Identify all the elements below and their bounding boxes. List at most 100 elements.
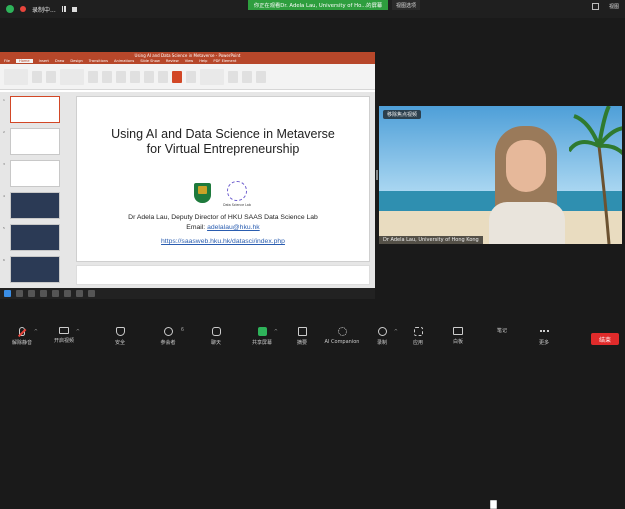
ppt-tab[interactable]: Draw [55,59,64,63]
ai-companion-button[interactable]: AI Companion [320,327,364,345]
record-button[interactable]: 录制 ^ [364,327,400,346]
record-label: 录制 [376,340,387,346]
speaker-video[interactable]: 移除焦点视频 Dr Adela Lau, University of Hong … [379,106,622,244]
caret-up-icon[interactable]: ^ [76,329,80,335]
ai-companion-label: AI Companion [324,339,360,345]
layout-icon[interactable] [88,70,98,83]
font-color-icon[interactable] [144,70,154,83]
speaker-face [506,140,546,192]
ppt-tab[interactable]: PDF Element [213,59,236,63]
ppt-tab[interactable]: Animations [114,59,134,63]
participant-count: 6 [180,327,184,333]
taskbar-app-icon[interactable] [76,290,83,297]
ai-companion-icon [337,327,347,336]
stop-recording-icon[interactable] [71,6,77,12]
find-icon[interactable] [228,70,238,83]
caret-up-icon[interactable]: ^ [394,329,398,335]
ppt-tab[interactable]: Insert [39,59,49,63]
remove-focus-video-button[interactable]: 移除焦点视频 [383,110,422,119]
recording-label: 录制中... [32,6,56,14]
taskbar-app-icon[interactable] [28,290,35,297]
slide-thumbnail[interactable] [10,160,60,187]
website-line: https://saasweb.hku.hk/datasci/index.php [77,238,369,245]
view-button[interactable]: 视图 [609,3,619,10]
security-shield-icon [115,327,125,336]
ppt-tab[interactable]: View [185,59,194,63]
ppt-tab[interactable]: Design [70,59,82,63]
ppt-tab[interactable]: Review [166,59,179,63]
windows-taskbar [0,288,375,299]
align-icon[interactable] [158,70,168,83]
data-science-lab-logo-text: Data Science Lab [223,203,251,207]
shapes-icon[interactable] [172,70,182,83]
whiteboard-icon [453,327,463,335]
windows-start-icon[interactable] [4,290,11,297]
slide-thumbnail[interactable] [10,128,60,155]
summary-button[interactable]: 摘要 [284,327,320,346]
bold-icon[interactable] [102,70,112,83]
taskbar-app-icon[interactable] [88,290,95,297]
slide-number: 4 [3,194,5,198]
slide-canvas: Using AI and Data Science in Metaverse f… [70,92,375,290]
chat-label: 聊天 [210,340,221,346]
end-meeting-button[interactable]: 结束 [591,333,619,345]
ppt-tab[interactable]: File [4,59,10,63]
ppt-tab[interactable]: Slide Show [140,59,160,63]
paste-icon[interactable] [4,68,28,85]
view-options-button[interactable]: 视图选项 [392,0,421,10]
resize-handle[interactable] [376,170,378,180]
notes-button[interactable]: 笔记 [484,327,520,509]
share-screen-button[interactable]: 共享屏幕 ^ [244,327,280,346]
security-button[interactable]: 安全 [102,327,138,346]
start-video-button[interactable]: 开启视频 ^ [46,327,82,344]
arrange-icon[interactable] [186,70,196,83]
caret-up-icon[interactable]: ^ [274,329,278,335]
chat-button[interactable]: 聊天 [198,327,234,346]
italic-icon[interactable] [116,70,126,83]
slide-title: Using AI and Data Science in Metaverse f… [77,127,369,157]
share-screen-label: 共享屏幕 [251,340,272,346]
taskbar-app-icon[interactable] [40,290,47,297]
dictate-icon[interactable] [242,70,252,83]
ppt-ribbon [0,64,375,90]
fullscreen-icon[interactable] [591,3,599,10]
email-link[interactable]: adelalau@hku.hk [207,224,260,231]
slide-thumbnail[interactable] [10,256,60,283]
slide-number: 6 [3,258,5,262]
pause-recording-icon[interactable] [61,6,66,12]
security-shield-icon[interactable] [6,5,14,13]
search-icon[interactable] [16,290,23,297]
email-label: Email: [186,224,208,231]
underline-icon[interactable] [130,70,140,83]
ppt-tab-active[interactable]: Home [16,59,33,63]
cut-icon[interactable] [32,70,42,83]
quick-styles-icon[interactable] [200,68,224,85]
more-button[interactable]: 更多 [526,327,562,346]
designer-icon[interactable] [256,70,266,83]
speaker-notes-pane[interactable] [76,265,370,285]
copy-icon[interactable] [46,70,56,83]
slide-number: 2 [3,130,5,134]
slide-thumbnail[interactable] [10,96,60,123]
slide-thumbnail[interactable] [10,192,60,219]
taskbar-app-icon[interactable] [64,290,71,297]
new-slide-icon[interactable] [60,68,84,85]
taskbar-app-icon[interactable] [52,290,59,297]
whiteboard-button[interactable]: 白板 [440,327,476,345]
summary-icon [297,327,307,336]
security-label: 安全 [114,340,125,346]
website-link[interactable]: https://saasweb.hku.hk/datasci/index.php [161,238,285,245]
caret-up-icon[interactable]: ^ [34,329,38,335]
ppt-tab[interactable]: Help [199,59,207,63]
slide-number: 3 [3,162,5,166]
current-slide[interactable]: Using AI and Data Science in Metaverse f… [76,96,370,262]
unmute-button[interactable]: 解除静音 ^ [4,327,40,346]
summary-label: 摘要 [296,340,307,346]
unmute-label: 解除静音 [11,340,32,346]
slide-thumbnail[interactable] [10,224,60,251]
participants-label: 参会者 [160,340,176,346]
ppt-tab[interactable]: Transitions [89,59,108,63]
apps-button[interactable]: 应用 [400,327,436,346]
speaker-body [489,202,565,244]
participants-button[interactable]: 参会者 6 [150,327,186,346]
